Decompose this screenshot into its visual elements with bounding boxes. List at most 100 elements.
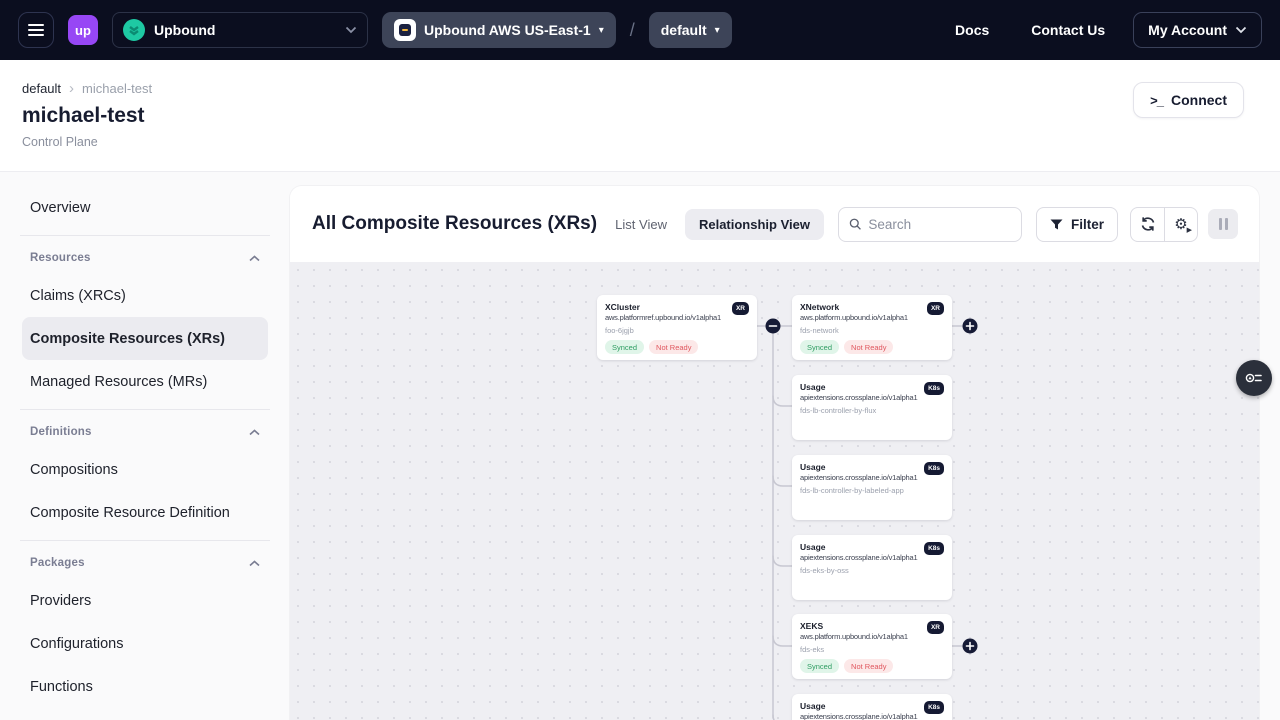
node-kind-badge: XR [927,621,944,634]
node-api-version: apiextensions.crossplane.io/v1alpha1 [800,712,919,720]
sidebar-section-packages[interactable]: Packages [22,547,268,579]
my-account-label: My Account [1148,22,1227,38]
breadcrumb-chevron-icon: › [69,80,74,97]
expand-node-button[interactable] [963,319,978,334]
node-name: fds-eks-by-oss [800,566,919,575]
control-plane-switcher-label: Upbound AWS US-East-1 [424,22,591,38]
search-icon [849,217,861,231]
graph-action-group: ⚙ ▶ [1130,207,1198,242]
sidebar-item-providers[interactable]: Providers [22,579,268,622]
sidebar-item-claims[interactable]: Claims (XRCs) [22,274,268,317]
graph-node-usage[interactable]: Usage apiextensions.crossplane.io/v1alph… [792,455,952,520]
node-status-row: Synced Not Ready [800,659,893,673]
node-kind-badge: K8s [924,542,944,555]
breadcrumb: default › michael-test [22,80,1244,97]
graph-node-usage[interactable]: Usage apiextensions.crossplane.io/v1alph… [792,375,952,440]
not-ready-badge: Not Ready [649,340,698,354]
node-status-row: Synced Not Ready [800,340,893,354]
node-api-version: apiextensions.crossplane.io/v1alpha1 [800,553,919,562]
search-input[interactable] [868,217,1011,232]
node-kind-badge: XR [732,302,749,315]
list-view-tab[interactable]: List View [601,209,681,240]
graph-node-xcluster[interactable]: XCluster aws.platformref.upbound.io/v1al… [597,295,757,360]
chevron-up-icon [249,429,260,436]
legend-icon [1245,371,1263,385]
connect-button-label: Connect [1171,92,1227,108]
breadcrumb-root-link[interactable]: default [22,81,61,96]
graph-edges [290,262,1259,720]
refresh-icon [1140,216,1156,232]
graph-node-xeks[interactable]: XEKS aws.platform.upbound.io/v1alpha1 fd… [792,614,952,679]
hamburger-icon [28,24,44,26]
node-kind-badge: XR [927,302,944,315]
sidebar-item-overview[interactable]: Overview [22,186,268,229]
synced-badge: Synced [605,340,644,354]
sidebar-item-managed-resources[interactable]: Managed Resources (MRs) [22,360,268,403]
toolbar: All Composite Resources (XRs) List View … [290,186,1259,262]
filter-button[interactable]: Filter [1036,207,1118,242]
synced-badge: Synced [800,340,839,354]
page-subtitle: Control Plane [22,135,1244,149]
docs-link[interactable]: Docs [955,22,989,38]
graph-node-usage[interactable]: Usage apiextensions.crossplane.io/v1alph… [792,694,952,720]
refresh-button[interactable] [1131,208,1164,241]
relationship-graph[interactable]: XCluster aws.platformref.upbound.io/v1al… [290,262,1259,720]
sidebar-section-resources[interactable]: Resources [22,242,268,274]
node-title: Usage [800,462,919,472]
upbound-logo[interactable]: up [68,15,98,45]
not-ready-badge: Not Ready [844,340,893,354]
organization-switcher[interactable]: Upbound [112,12,368,48]
graph-node-xnetwork[interactable]: XNetwork aws.platform.upbound.io/v1alpha… [792,295,952,360]
node-api-version: aws.platform.upbound.io/v1alpha1 [800,313,922,322]
pause-icon [1219,218,1222,230]
node-api-version: apiextensions.crossplane.io/v1alpha1 [800,473,919,482]
node-title: XCluster [605,302,727,312]
run-operations-button[interactable]: ⚙ ▶ [1164,208,1197,241]
search-box [838,207,1022,242]
org-avatar-icon [123,19,145,41]
sidebar-divider [20,235,270,236]
caret-down-icon: ▾ [599,25,604,36]
connect-button[interactable]: >_ Connect [1133,82,1244,118]
sidebar-section-definitions[interactable]: Definitions [22,416,268,448]
graph-node-usage[interactable]: Usage apiextensions.crossplane.io/v1alph… [792,535,952,600]
node-name: fds-lb-controller-by-labeled-app [800,486,919,495]
group-switcher-label: default [661,22,707,38]
page-title: michael-test [22,104,1244,128]
node-title: XEKS [800,621,922,631]
node-title: Usage [800,701,919,711]
my-account-menu[interactable]: My Account [1133,12,1262,48]
legend-button[interactable] [1236,360,1272,396]
sidebar-item-composite-resource-definition[interactable]: Composite Resource Definition [22,491,268,534]
sidebar-item-functions[interactable]: Functions [22,665,268,708]
relationship-view-tab[interactable]: Relationship View [685,209,824,240]
synced-badge: Synced [800,659,839,673]
sidebar-item-compositions[interactable]: Compositions [22,448,268,491]
node-name: fds-eks [800,645,922,654]
expand-node-button[interactable] [963,639,978,654]
control-plane-switcher[interactable]: Upbound AWS US-East-1 ▾ [382,12,616,48]
node-kind-badge: K8s [924,462,944,475]
breadcrumb-current: michael-test [82,81,152,96]
group-switcher[interactable]: default ▾ [649,12,732,48]
page-header: default › michael-test michael-test Cont… [0,60,1280,172]
filter-funnel-icon [1050,219,1063,230]
content-area: Overview Resources Claims (XRCs) Composi… [0,172,1280,720]
filter-button-label: Filter [1071,217,1104,232]
sidebar-item-composite-resources[interactable]: Composite Resources (XRs) [22,317,268,360]
node-api-version: aws.platformref.upbound.io/v1alpha1 [605,313,727,322]
main-panel: All Composite Resources (XRs) List View … [290,186,1259,720]
org-switcher-label: Upbound [154,22,336,38]
sidebar-item-configurations[interactable]: Configurations [22,622,268,665]
contact-us-link[interactable]: Contact Us [1031,22,1105,38]
hamburger-menu-button[interactable] [18,12,54,48]
play-icon: ▶ [1187,226,1192,234]
collapse-node-button[interactable] [766,319,781,334]
terminal-icon: >_ [1150,93,1163,108]
caret-down-icon: ▾ [715,25,720,36]
node-name: foo-6jgjb [605,326,727,335]
node-api-version: apiextensions.crossplane.io/v1alpha1 [800,393,919,402]
node-title: XNetwork [800,302,922,312]
node-kind-badge: K8s [924,701,944,714]
pause-button[interactable] [1208,209,1238,239]
